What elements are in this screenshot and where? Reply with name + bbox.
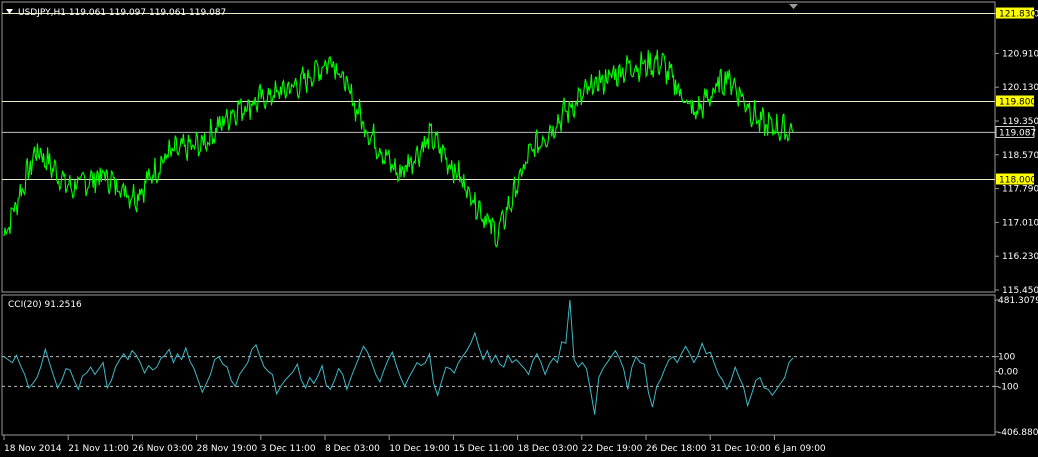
level-price-label: 118.000	[999, 176, 1036, 186]
cci-ytick-label: 0.00	[998, 368, 1018, 378]
cci-ytick-label: 100	[998, 353, 1015, 363]
price-ytick-label: 120.130	[1002, 83, 1038, 93]
x-tick-label: 18 Nov 2014	[4, 444, 62, 454]
x-tick-label: 26 Dec 18:00	[646, 444, 707, 454]
x-tick-label: 15 Dec 11:00	[453, 444, 514, 454]
price-ytick-label: 116.230	[1002, 252, 1038, 262]
price-ytick-label: 119.350	[1002, 117, 1038, 127]
x-tick-label: 18 Dec 03:00	[518, 444, 579, 454]
level-price-label: 119.087	[999, 128, 1036, 138]
x-tick-label: 22 Dec 19:00	[582, 444, 643, 454]
price-ytick-label: 120.910	[1002, 49, 1038, 59]
cci-ytick-label: -406.8805	[998, 428, 1038, 438]
x-tick-label: 26 Nov 03:00	[132, 444, 193, 454]
price-ytick-label: 118.570	[1002, 151, 1038, 161]
cci-ytick-label: 481.3079	[998, 296, 1038, 306]
x-tick-label: 31 Dec 10:00	[710, 444, 771, 454]
price-ytick-label: 117.010	[1002, 218, 1038, 228]
chart-canvas: 121.830 120.910 120.130 119.350 118.570 117.7…	[0, 0, 1038, 457]
x-tick-label: 10 Dec 19:00	[389, 444, 450, 454]
cci-title: CCI(20) 91.2516	[8, 300, 82, 310]
level-price-label: 121.830	[999, 10, 1036, 20]
level-price-label: 119.800	[999, 98, 1036, 108]
x-tick-label: 3 Dec 11:00	[261, 444, 316, 454]
x-tick-label: 28 Nov 19:00	[197, 444, 258, 454]
cci-ytick-label: -100	[998, 382, 1019, 392]
x-tick-label: 8 Dec 03:00	[325, 444, 380, 454]
price-ytick-label: 115.450	[1002, 286, 1038, 296]
price-ytick-label: 117.790	[1002, 185, 1038, 195]
x-tick-label: 21 Nov 11:00	[68, 444, 129, 454]
x-tick-label: 6 Jan 09:00	[774, 444, 826, 454]
price-chart-title: USDJPY,H1 119.061 119.097 119.061 119.08…	[18, 8, 226, 18]
